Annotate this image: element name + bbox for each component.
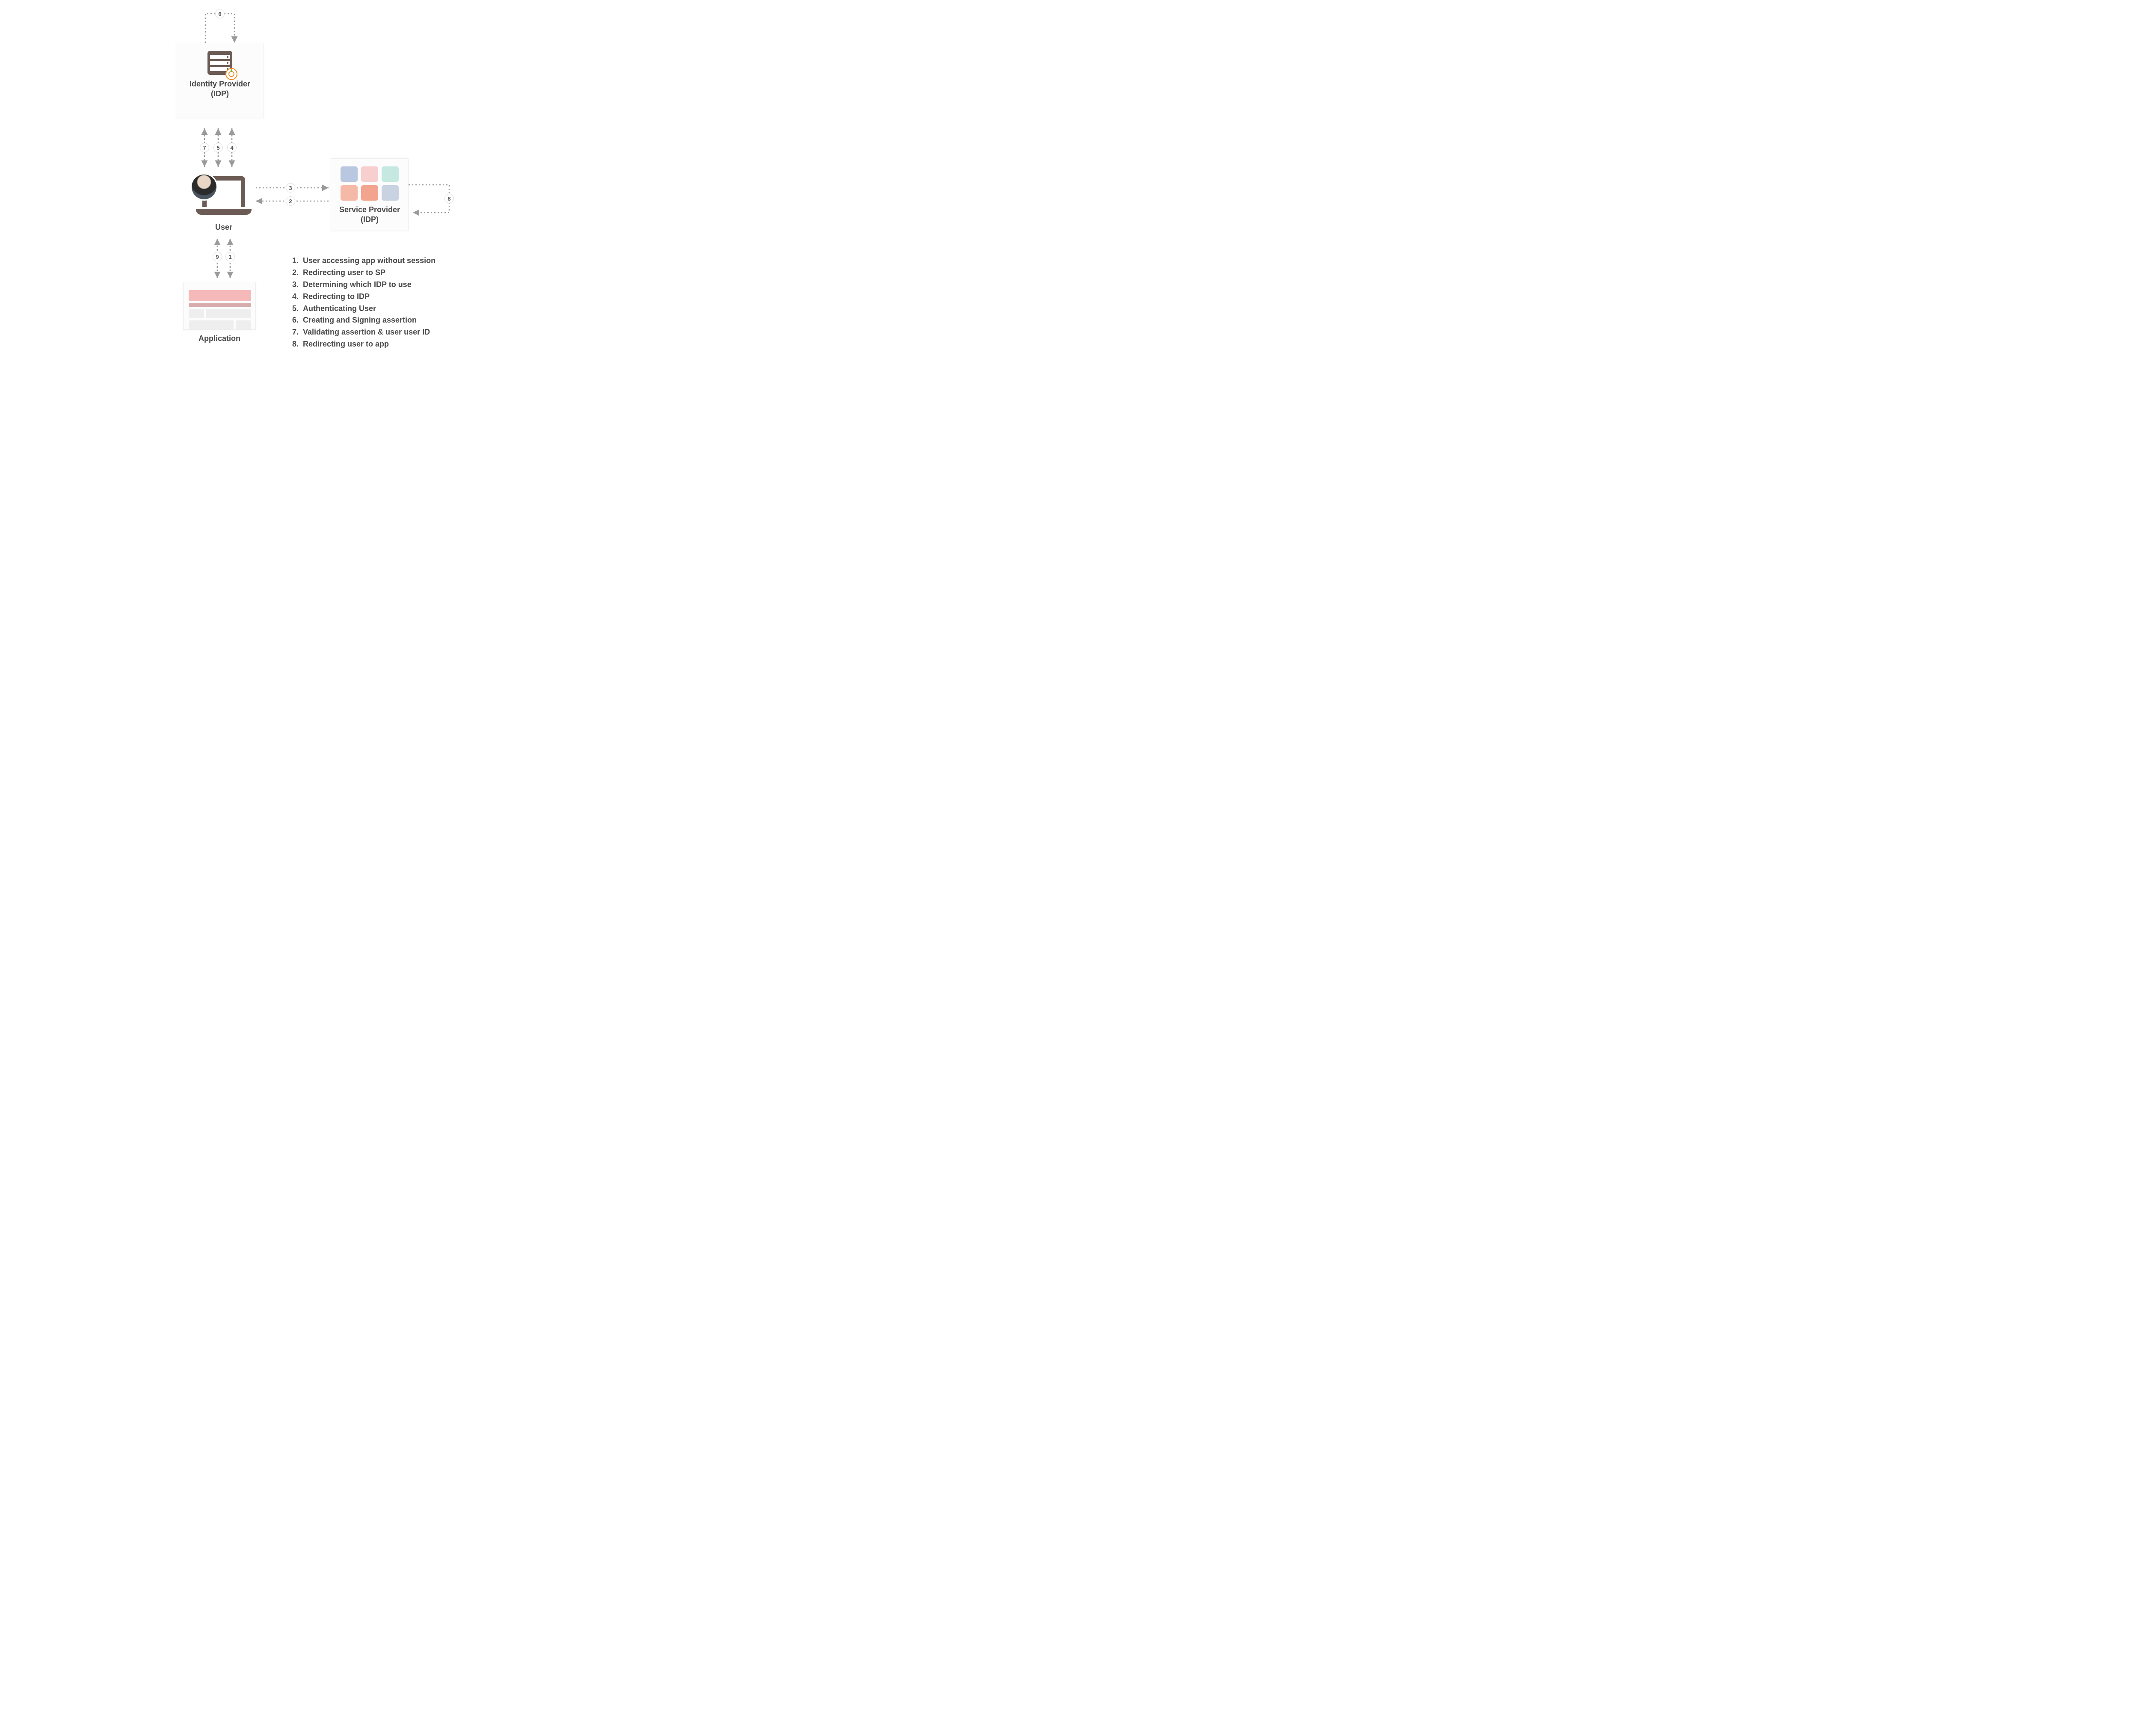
webpage-icon — [189, 290, 251, 330]
step-badge-1: 1 — [225, 252, 235, 261]
legend-item: 4Redirecting to IDP — [291, 291, 436, 303]
idp-title-2: (IDP) — [211, 89, 229, 98]
apps-grid-icon — [336, 166, 403, 201]
legend: 1User accessing app without session 2Red… — [291, 255, 436, 350]
legend-item: 3Determining which IDP to use — [291, 279, 436, 291]
legend-item: 2Redirecting user to SP — [291, 267, 436, 279]
legend-item: 1User accessing app without session — [291, 255, 436, 267]
legend-item: 6Creating and Signing assertion — [291, 314, 436, 326]
application-node — [183, 282, 256, 330]
sp-title-1: Service Provider — [339, 205, 400, 214]
laptop-icon — [196, 176, 252, 215]
step-badge-2: 2 — [286, 196, 295, 206]
step-badge-8: 8 — [444, 194, 454, 203]
lock-badge-icon — [225, 68, 237, 80]
step-badge-6: 6 — [215, 9, 225, 18]
application-label: Application — [183, 334, 256, 343]
sp-title-2: (IDP) — [361, 215, 379, 224]
step-badge-7: 7 — [200, 143, 209, 152]
legend-item: 5Authenticating User — [291, 303, 436, 315]
step-badge-3: 3 — [286, 183, 295, 193]
legend-item: 7Validating assertion & user user ID — [291, 326, 436, 338]
user-node — [192, 176, 256, 215]
idp-title-1: Identity Provider — [190, 80, 250, 88]
step-badge-9: 9 — [213, 252, 222, 261]
sp-node: Service Provider (IDP) — [331, 158, 409, 231]
step-badge-5: 5 — [213, 143, 223, 152]
user-avatar-icon — [192, 175, 216, 199]
legend-item: 8Redirecting user to app — [291, 338, 436, 350]
user-label: User — [192, 223, 256, 232]
server-icon — [207, 51, 232, 75]
step-badge-4: 4 — [227, 143, 237, 152]
idp-node: Identity Provider (IDP) — [176, 43, 264, 118]
